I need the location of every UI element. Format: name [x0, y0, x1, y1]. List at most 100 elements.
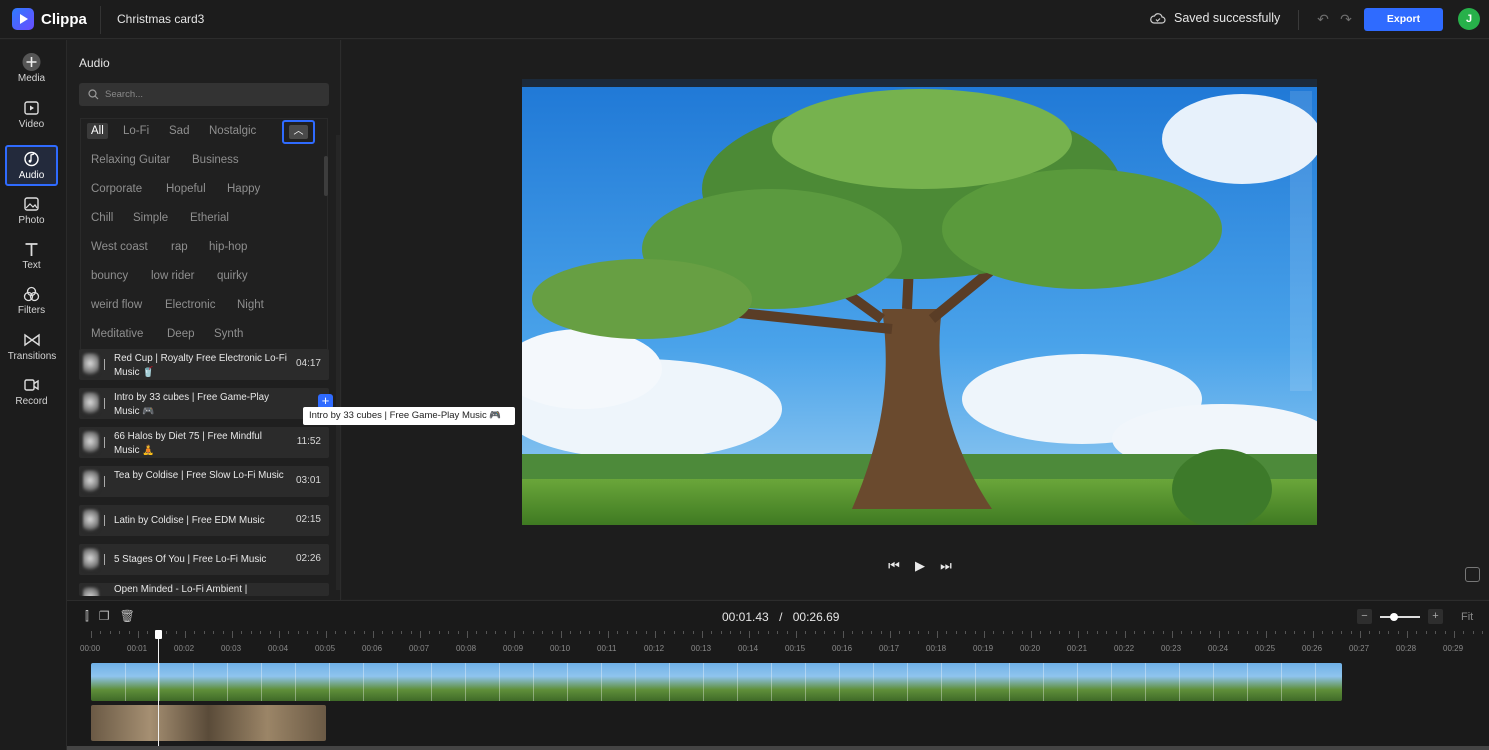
tag-lo-fi[interactable]: Lo-Fi — [123, 125, 149, 137]
avatar[interactable]: J — [1458, 8, 1480, 30]
tag-low-rider[interactable]: low rider — [151, 270, 194, 282]
left-nav-rail: Media Video Audio Photo Text Filters Tra… — [0, 40, 67, 750]
list-item[interactable]: Tea by Coldise | Free Slow Lo-Fi Music 0… — [79, 466, 329, 497]
clip-frame — [873, 663, 874, 701]
tag-simple[interactable]: Simple — [133, 212, 168, 224]
playhead[interactable] — [155, 630, 162, 750]
tag-quirky[interactable]: quirky — [217, 270, 248, 282]
tick-mark — [1341, 631, 1343, 634]
collapse-tags-button[interactable]: ︿ — [282, 120, 315, 144]
audio-panel: Audio All Lo-Fi Sad Nostalgic ︿ Relaxing… — [67, 40, 341, 600]
duplicate-icon[interactable]: ❐ — [99, 609, 110, 624]
track-duration: 04:17 — [295, 358, 321, 369]
tag-night[interactable]: Night — [237, 299, 264, 311]
tick-mark — [1294, 631, 1296, 634]
tag-deep[interactable]: Deep — [167, 328, 195, 340]
tick-label: 00:29 — [1443, 644, 1464, 653]
tag-meditative[interactable]: Meditative — [91, 328, 143, 340]
rail-item-media[interactable]: Media — [5, 50, 58, 90]
panel-scrollbar[interactable] — [336, 135, 340, 590]
track-title: Latin by Coldise | Free EDM Music — [114, 515, 265, 526]
timeline-tools: ⫿ ❐ 🗑 — [85, 609, 135, 624]
fullscreen-icon[interactable] — [1465, 567, 1480, 582]
tick-mark — [1002, 631, 1004, 634]
tag-nostalgic[interactable]: Nostalgic — [209, 125, 256, 137]
tag-business[interactable]: Business — [192, 154, 239, 166]
tag-rap[interactable]: rap — [171, 241, 188, 253]
rail-label-video: Video — [18, 119, 45, 130]
tick-mark — [485, 631, 487, 634]
fit-button[interactable]: Fit — [1461, 611, 1473, 623]
tick-mark — [467, 631, 468, 638]
tag-electronic[interactable]: Electronic — [165, 299, 216, 311]
track-duration: 03:01 — [295, 475, 321, 486]
tick-label: 00:14 — [738, 644, 759, 653]
tag-synth[interactable]: Synth — [214, 328, 243, 340]
timeline-scrollbar[interactable] — [67, 746, 1489, 750]
track-title: 66 Halos by Diet 75 | Free Mindful Music… — [114, 431, 262, 456]
tag-hip-hop[interactable]: hip-hop — [209, 241, 247, 253]
project-title[interactable]: Christmas card3 — [117, 12, 204, 26]
tick-label: 00:08 — [456, 644, 477, 653]
play-icon[interactable]: ▶ — [912, 558, 928, 574]
tag-etherial[interactable]: Etherial — [190, 212, 229, 224]
audio-clip[interactable] — [91, 705, 326, 741]
tick-mark — [626, 631, 628, 634]
rail-item-record[interactable]: Record — [5, 373, 58, 413]
rail-label-audio: Audio — [18, 170, 45, 181]
delete-icon[interactable]: 🗑 — [120, 609, 135, 624]
search-box[interactable] — [79, 83, 329, 106]
time-ruler[interactable]: 00:00 00:01 00:02 00:03 00:04 00:05 00:06 00:07… — [67, 631, 1489, 659]
clip-frame — [669, 663, 670, 701]
tick-mark — [1078, 631, 1079, 638]
tag-happy[interactable]: Happy — [227, 183, 260, 195]
track-divider — [104, 359, 105, 370]
list-item[interactable]: Open Minded - Lo-Fi Ambient | — [79, 583, 329, 596]
split-icon[interactable]: ⫿ — [85, 609, 89, 624]
tag-hopeful[interactable]: Hopeful — [166, 183, 206, 195]
skip-back-icon[interactable]: ⏮ — [886, 558, 902, 574]
tag-chill[interactable]: Chill — [91, 212, 113, 224]
tag-relaxing-guitar[interactable]: Relaxing Guitar — [91, 154, 170, 166]
clip-frame — [1111, 663, 1112, 701]
tags-scrollbar[interactable] — [324, 156, 328, 196]
tick-mark — [1454, 631, 1455, 638]
zoom-slider[interactable] — [1380, 612, 1420, 621]
tick-mark — [852, 631, 854, 634]
undo-icon[interactable]: ↶ — [1314, 10, 1332, 28]
tag-sad[interactable]: Sad — [169, 125, 189, 137]
tick-mark — [1397, 631, 1399, 634]
rail-item-video[interactable]: Video — [5, 96, 58, 136]
clip-frame — [261, 663, 262, 701]
track-thumbnail — [83, 548, 99, 571]
track-divider — [104, 398, 105, 409]
zoom-out-button[interactable]: − — [1357, 609, 1372, 624]
rail-item-filters[interactable]: Filters — [5, 282, 58, 322]
rail-item-transitions[interactable]: Transitions — [2, 328, 62, 368]
list-item[interactable]: 66 Halos by Diet 75 | Free Mindful Music… — [79, 427, 329, 458]
tag-weird-flow[interactable]: weird flow — [91, 299, 142, 311]
search-input[interactable] — [105, 89, 305, 100]
list-item[interactable]: 5 Stages Of You | Free Lo-Fi Music 02:26 — [79, 544, 329, 575]
tag-corporate[interactable]: Corporate — [91, 183, 142, 195]
zoom-in-button[interactable]: + — [1428, 609, 1443, 624]
rail-item-photo[interactable]: Photo — [5, 192, 58, 232]
tag-west-coast[interactable]: West coast — [91, 241, 148, 253]
video-clip[interactable] — [91, 663, 1342, 701]
tag-bouncy[interactable]: bouncy — [91, 270, 128, 282]
redo-icon[interactable]: ↷ — [1337, 10, 1355, 28]
tick-mark — [1444, 631, 1446, 634]
app-logo[interactable]: Clippa — [12, 8, 87, 30]
tick-label: 00:10 — [550, 644, 571, 653]
video-preview[interactable] — [522, 79, 1317, 525]
tag-all[interactable]: All — [87, 123, 108, 139]
rail-item-text[interactable]: Text — [5, 237, 58, 277]
export-button[interactable]: Export — [1364, 8, 1443, 31]
list-item[interactable]: Intro by 33 cubes | Free Game-Play Music… — [79, 388, 333, 419]
tick-mark — [438, 631, 440, 634]
list-item[interactable]: Red Cup | Royalty Free Electronic Lo-Fi … — [79, 349, 329, 380]
skip-forward-icon[interactable]: ⏭ — [938, 558, 954, 574]
list-item[interactable]: Latin by Coldise | Free EDM Music 02:15 — [79, 505, 329, 536]
tick-mark — [1482, 631, 1484, 634]
rail-item-audio[interactable]: Audio — [5, 145, 58, 186]
